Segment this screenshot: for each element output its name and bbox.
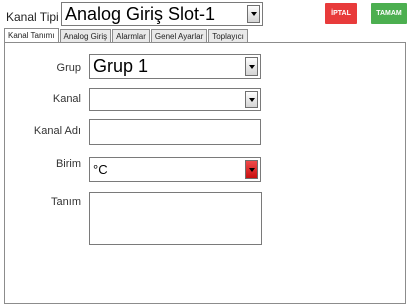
unit-select[interactable]: °C — [89, 157, 261, 182]
chevron-down-icon[interactable] — [245, 91, 258, 108]
channel-definition-panel: Grup Grup 1 Kanal Kanal Adı Birim °C Tan… — [4, 42, 406, 304]
chevron-down-icon[interactable] — [245, 160, 258, 179]
channel-select[interactable] — [89, 88, 261, 111]
group-value: Grup 1 — [93, 56, 149, 76]
description-textarea[interactable] — [89, 192, 262, 245]
group-label: Grup — [56, 62, 81, 74]
description-label: Tanım — [51, 196, 81, 208]
unit-label: Birim — [55, 158, 81, 170]
tab-totalizer[interactable]: Toplayıcı — [208, 29, 248, 42]
tab-analog-input[interactable]: Analog Giriş — [59, 29, 112, 42]
channel-type-label: Kanal Tipi — [6, 10, 59, 24]
chevron-down-icon[interactable] — [245, 57, 258, 76]
channel-type-value: Analog Giriş Slot-1 — [65, 4, 216, 24]
channel-type-select[interactable]: Analog Giriş Slot-1 — [61, 2, 263, 26]
chevron-down-icon[interactable] — [247, 5, 260, 23]
unit-value: °C — [93, 162, 108, 177]
tab-channel-definition[interactable]: Kanal Tanımı — [4, 28, 59, 43]
tab-general-settings[interactable]: Genel Ayarlar — [150, 29, 208, 42]
top-bar: Kanal Tipi Analog Giriş Slot-1 İPTAL TAM… — [0, 0, 410, 32]
tab-bar: Kanal Tanımı Analog Giriş Alarmlar Genel… — [4, 28, 249, 43]
ok-button[interactable]: TAMAM — [371, 3, 407, 24]
tab-alarms[interactable]: Alarmlar — [112, 29, 150, 42]
cancel-button[interactable]: İPTAL — [325, 3, 357, 24]
channel-label: Kanal — [52, 93, 81, 105]
channel-name-input[interactable] — [89, 119, 261, 145]
group-select[interactable]: Grup 1 — [89, 54, 261, 79]
channel-name-label: Kanal Adı — [33, 125, 81, 137]
